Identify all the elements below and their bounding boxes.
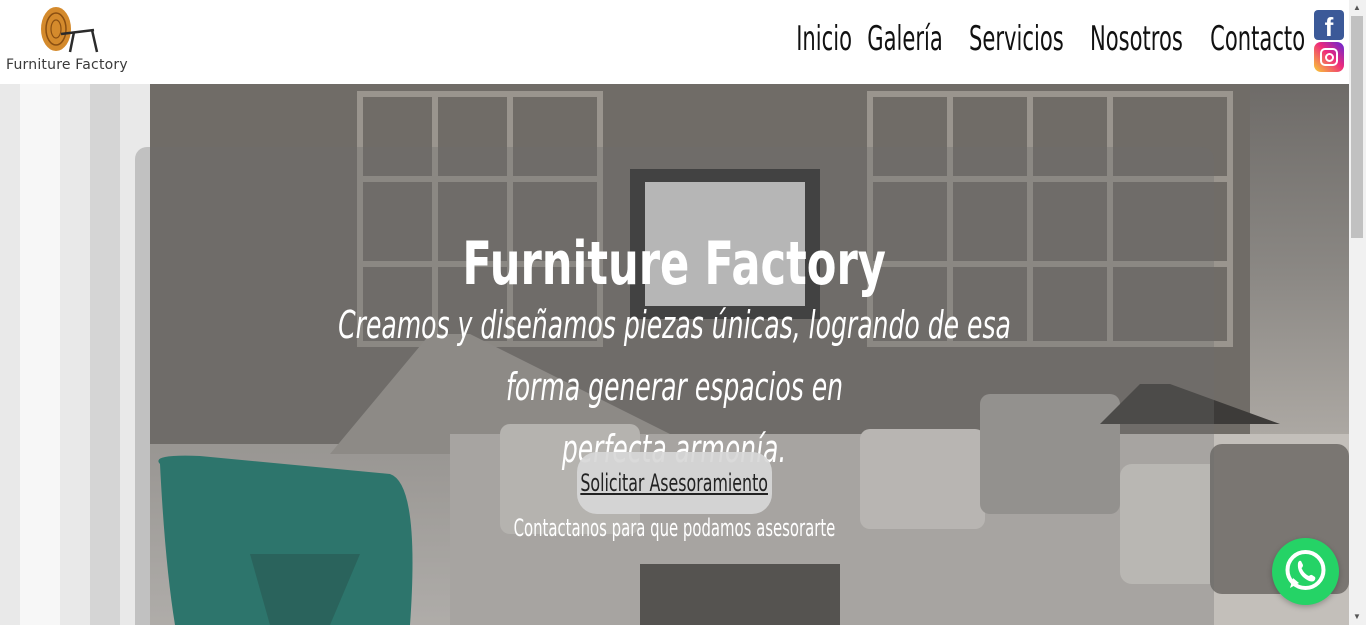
scrollbar-thumb[interactable] [1351,16,1363,238]
solicitar-asesoramiento-button[interactable]: Solicitar Asesoramiento [577,452,772,514]
nav-contacto[interactable]: Contacto [1210,14,1305,64]
site-header: Furniture Factory Inicio Galería Servici… [0,0,1349,84]
brand-name: Furniture Factory [6,57,128,73]
brand-logo[interactable]: Furniture Factory [4,2,136,78]
social-links: f [1314,10,1344,72]
nav-inicio[interactable]: Inicio [796,14,852,64]
whatsapp-button[interactable] [1272,538,1339,605]
chair-wood-icon [41,7,99,53]
nav-servicios[interactable]: Servicios [969,14,1064,64]
scroll-down-arrow-icon[interactable]: ▼ [1353,612,1361,621]
nav-galeria[interactable]: Galería [867,14,943,64]
scroll-up-arrow-icon[interactable]: ▲ [1353,3,1361,12]
nav-nosotros[interactable]: Nosotros [1090,14,1183,64]
hero-title: Furniture Factory [462,229,887,299]
instagram-icon[interactable] [1314,42,1344,72]
page-scrollbar[interactable]: ▲ ▼ [1349,0,1366,625]
facebook-icon[interactable]: f [1314,10,1344,40]
whatsapp-icon [1285,550,1326,590]
cta-note: Contactanos para que podamos asesorarte [513,514,836,542]
cta-label: Solicitar Asesoramiento [580,469,769,497]
main-nav: Inicio Galería Servicios Nosotros Contac… [796,14,1305,64]
hero-section: Furniture Factory Creamos y diseñamos pi… [0,84,1349,625]
hero-subtitle-line1: Creamos y diseñamos piezas únicas, logra… [338,303,1011,409]
